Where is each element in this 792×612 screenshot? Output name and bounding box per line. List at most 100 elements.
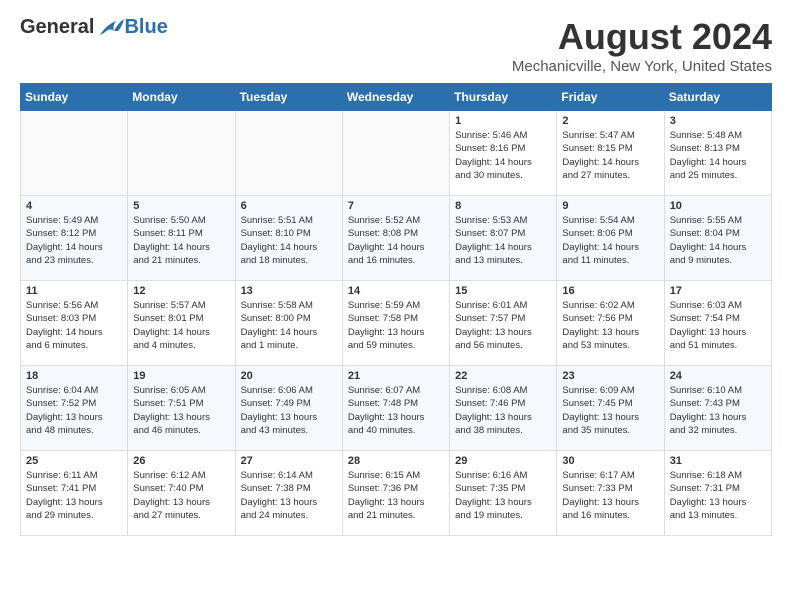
day-info: Sunrise: 5:54 AM Sunset: 8:06 PM Dayligh…	[562, 214, 658, 267]
weekday-header-tuesday: Tuesday	[235, 84, 342, 111]
calendar-cell: 29 Sunrise: 6:16 AM Sunset: 7:35 PM Dayli…	[450, 451, 557, 536]
weekday-header-sunday: Sunday	[21, 84, 128, 111]
calendar-cell: 2 Sunrise: 5:47 AM Sunset: 8:15 PM Daylig…	[557, 111, 664, 196]
calendar-cell: 10Sunrise: 5:55 AM Sunset: 8:04 PM Dayli…	[664, 196, 771, 281]
calendar-cell: 15 Sunrise: 6:01 AM Sunset: 7:57 PM Dayli…	[450, 281, 557, 366]
day-info: Sunrise: 6:12 AM Sunset: 7:40 PM Dayligh…	[133, 469, 229, 522]
day-info: Sunrise: 6:05 AM Sunset: 7:51 PM Dayligh…	[133, 384, 229, 437]
calendar-cell: 8 Sunrise: 5:53 AM Sunset: 8:07 PM Daylig…	[450, 196, 557, 281]
day-number: 13	[241, 285, 337, 297]
day-info: Sunrise: 5:50 AM Sunset: 8:11 PM Dayligh…	[133, 214, 229, 267]
calendar-cell	[21, 111, 128, 196]
calendar-cell: 7Sunrise: 5:52 AM Sunset: 8:08 PM Daylig…	[342, 196, 449, 281]
calendar-cell	[235, 111, 342, 196]
day-info: Sunrise: 6:18 AM Sunset: 7:31 PM Dayligh…	[670, 469, 766, 522]
calendar-cell: 17 Sunrise: 6:03 AM Sunset: 7:54 PM Dayli…	[664, 281, 771, 366]
day-number: 22	[455, 370, 551, 382]
day-info: Sunrise: 5:58 AM Sunset: 8:00 PM Dayligh…	[241, 299, 337, 352]
day-info: Sunrise: 6:16 AM Sunset: 7:35 PM Dayligh…	[455, 469, 551, 522]
calendar-cell: 9 Sunrise: 5:54 AM Sunset: 8:06 PM Daylig…	[557, 196, 664, 281]
day-number: 20	[241, 370, 337, 382]
day-number: 9	[562, 200, 658, 212]
day-info: Sunrise: 6:04 AM Sunset: 7:52 PM Dayligh…	[26, 384, 122, 437]
day-info: Sunrise: 6:15 AM Sunset: 7:36 PM Dayligh…	[348, 469, 444, 522]
day-info: Sunrise: 5:57 AM Sunset: 8:01 PM Dayligh…	[133, 299, 229, 352]
day-number: 3	[670, 115, 766, 127]
day-number: 25	[26, 455, 122, 467]
weekday-header-saturday: Saturday	[664, 84, 771, 111]
day-number: 26	[133, 455, 229, 467]
day-number: 30	[562, 455, 658, 467]
day-number: 31	[670, 455, 766, 467]
calendar-cell	[342, 111, 449, 196]
calendar-cell: 13 Sunrise: 5:58 AM Sunset: 8:00 PM Dayli…	[235, 281, 342, 366]
calendar-cell: 20 Sunrise: 6:06 AM Sunset: 7:49 PM Dayli…	[235, 366, 342, 451]
day-number: 19	[133, 370, 229, 382]
day-info: Sunrise: 6:17 AM Sunset: 7:33 PM Dayligh…	[562, 469, 658, 522]
day-info: Sunrise: 6:08 AM Sunset: 7:46 PM Dayligh…	[455, 384, 551, 437]
day-info: Sunrise: 5:51 AM Sunset: 8:10 PM Dayligh…	[241, 214, 337, 267]
day-info: Sunrise: 5:52 AM Sunset: 8:08 PM Dayligh…	[348, 214, 444, 267]
day-info: Sunrise: 5:55 AM Sunset: 8:04 PM Dayligh…	[670, 214, 766, 267]
calendar-cell: 26 Sunrise: 6:12 AM Sunset: 7:40 PM Dayli…	[128, 451, 235, 536]
calendar-cell: 21 Sunrise: 6:07 AM Sunset: 7:48 PM Dayli…	[342, 366, 449, 451]
calendar-cell: 27Sunrise: 6:14 AM Sunset: 7:38 PM Dayli…	[235, 451, 342, 536]
day-number: 15	[455, 285, 551, 297]
day-info: Sunrise: 5:48 AM Sunset: 8:13 PM Dayligh…	[670, 129, 766, 182]
day-number: 21	[348, 370, 444, 382]
day-number: 8	[455, 200, 551, 212]
calendar-cell: 19 Sunrise: 6:05 AM Sunset: 7:51 PM Dayli…	[128, 366, 235, 451]
day-number: 6	[241, 200, 337, 212]
calendar-cell: 11 Sunrise: 5:56 AM Sunset: 8:03 PM Dayli…	[21, 281, 128, 366]
day-info: Sunrise: 5:46 AM Sunset: 8:16 PM Dayligh…	[455, 129, 551, 182]
day-info: Sunrise: 6:11 AM Sunset: 7:41 PM Dayligh…	[26, 469, 122, 522]
calendar-cell: 14 Sunrise: 5:59 AM Sunset: 7:58 PM Dayli…	[342, 281, 449, 366]
calendar-cell: 4 Sunrise: 5:49 AM Sunset: 8:12 PM Daylig…	[21, 196, 128, 281]
day-info: Sunrise: 6:01 AM Sunset: 7:57 PM Dayligh…	[455, 299, 551, 352]
day-number: 14	[348, 285, 444, 297]
calendar-cell: 6 Sunrise: 5:51 AM Sunset: 8:10 PM Daylig…	[235, 196, 342, 281]
day-info: Sunrise: 5:56 AM Sunset: 8:03 PM Dayligh…	[26, 299, 122, 352]
page-header: General Blue August 2024 Mechanicville, …	[20, 16, 772, 75]
day-info: Sunrise: 6:07 AM Sunset: 7:48 PM Dayligh…	[348, 384, 444, 437]
calendar-cell: 31 Sunrise: 6:18 AM Sunset: 7:31 PM Dayli…	[664, 451, 771, 536]
day-number: 17	[670, 285, 766, 297]
day-number: 11	[26, 285, 122, 297]
day-number: 24	[670, 370, 766, 382]
day-info: Sunrise: 5:47 AM Sunset: 8:15 PM Dayligh…	[562, 129, 658, 182]
calendar-cell: 22 Sunrise: 6:08 AM Sunset: 7:46 PM Dayli…	[450, 366, 557, 451]
weekday-header-friday: Friday	[557, 84, 664, 111]
title-block: August 2024 Mechanicville, New York, Uni…	[512, 16, 772, 75]
logo-blue-text: Blue	[124, 16, 167, 39]
day-info: Sunrise: 6:06 AM Sunset: 7:49 PM Dayligh…	[241, 384, 337, 437]
day-info: Sunrise: 6:10 AM Sunset: 7:43 PM Dayligh…	[670, 384, 766, 437]
calendar-cell: 24 Sunrise: 6:10 AM Sunset: 7:43 PM Dayli…	[664, 366, 771, 451]
day-info: Sunrise: 5:49 AM Sunset: 8:12 PM Dayligh…	[26, 214, 122, 267]
day-info: Sunrise: 6:02 AM Sunset: 7:56 PM Dayligh…	[562, 299, 658, 352]
day-info: Sunrise: 6:03 AM Sunset: 7:54 PM Dayligh…	[670, 299, 766, 352]
day-info: Sunrise: 5:53 AM Sunset: 8:07 PM Dayligh…	[455, 214, 551, 267]
calendar-cell: 1Sunrise: 5:46 AM Sunset: 8:16 PM Daylig…	[450, 111, 557, 196]
day-info: Sunrise: 6:14 AM Sunset: 7:38 PM Dayligh…	[241, 469, 337, 522]
calendar-cell: 25 Sunrise: 6:11 AM Sunset: 7:41 PM Dayli…	[21, 451, 128, 536]
calendar-cell	[128, 111, 235, 196]
day-number: 29	[455, 455, 551, 467]
day-number: 5	[133, 200, 229, 212]
day-number: 4	[26, 200, 122, 212]
month-year-title: August 2024	[512, 16, 772, 58]
calendar-cell: 3 Sunrise: 5:48 AM Sunset: 8:13 PM Daylig…	[664, 111, 771, 196]
day-info: Sunrise: 5:59 AM Sunset: 7:58 PM Dayligh…	[348, 299, 444, 352]
day-number: 2	[562, 115, 658, 127]
calendar-cell: 23Sunrise: 6:09 AM Sunset: 7:45 PM Dayli…	[557, 366, 664, 451]
logo-bird-icon	[96, 17, 124, 39]
logo-general-text: General	[20, 16, 94, 39]
logo: General Blue	[20, 16, 168, 39]
calendar-cell: 12Sunrise: 5:57 AM Sunset: 8:01 PM Dayli…	[128, 281, 235, 366]
day-number: 28	[348, 455, 444, 467]
day-number: 18	[26, 370, 122, 382]
calendar-cell: 28 Sunrise: 6:15 AM Sunset: 7:36 PM Dayli…	[342, 451, 449, 536]
weekday-header-thursday: Thursday	[450, 84, 557, 111]
location-subtitle: Mechanicville, New York, United States	[512, 58, 772, 75]
calendar-table: SundayMondayTuesdayWednesdayThursdayFrid…	[20, 83, 772, 536]
calendar-cell: 16Sunrise: 6:02 AM Sunset: 7:56 PM Dayli…	[557, 281, 664, 366]
